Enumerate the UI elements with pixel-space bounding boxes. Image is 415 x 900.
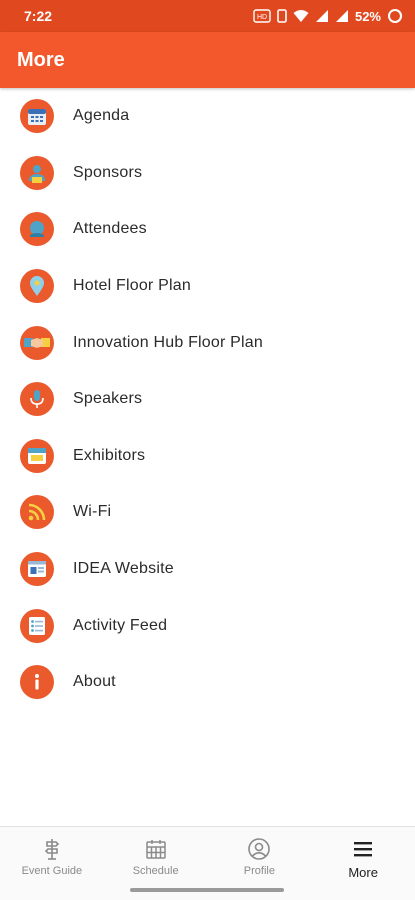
wifi-status-icon bbox=[293, 10, 309, 22]
nav-label: Schedule bbox=[132, 865, 179, 877]
menu-list: Agenda Sponsors Attendees Hotel Floor Pl… bbox=[0, 88, 415, 711]
menu-item-agenda[interactable]: Agenda bbox=[0, 88, 415, 145]
hd-voice-icon: HD bbox=[253, 9, 271, 23]
handshake-icon bbox=[20, 325, 54, 360]
app-bar: More bbox=[0, 32, 415, 88]
battery-icon bbox=[388, 9, 402, 23]
menu-item-sponsors[interactable]: Sponsors bbox=[0, 145, 415, 202]
attendees-icon bbox=[20, 212, 54, 247]
page-title: More bbox=[17, 48, 65, 71]
menu-item-label: Attendees bbox=[73, 220, 147, 238]
status-time: 7:22 bbox=[24, 8, 53, 24]
battery-percent: 52% bbox=[354, 8, 381, 24]
menu-item-speakers[interactable]: Speakers bbox=[0, 371, 415, 428]
nav-label: More bbox=[348, 865, 378, 880]
menu-item-about[interactable]: About bbox=[0, 654, 415, 711]
svg-text:HD: HD bbox=[257, 14, 267, 21]
calendar-icon bbox=[145, 840, 166, 859]
home-indicator[interactable] bbox=[130, 888, 284, 892]
menu-item-label: Wi-Fi bbox=[73, 503, 112, 521]
sponsor-icon bbox=[20, 155, 54, 190]
phone-icon bbox=[277, 9, 287, 23]
menu-item-label: About bbox=[73, 673, 116, 691]
microphone-icon bbox=[20, 382, 54, 417]
website-icon bbox=[20, 552, 54, 587]
menu-item-label: Agenda bbox=[73, 107, 130, 125]
nav-label: Event Guide bbox=[21, 865, 83, 877]
hamburger-icon bbox=[354, 842, 373, 857]
status-icons: HD 52% bbox=[253, 8, 403, 24]
nav-label: Profile bbox=[243, 865, 275, 877]
menu-item-exhibitors[interactable]: Exhibitors bbox=[0, 428, 415, 485]
menu-item-hotel-floor-plan[interactable]: Hotel Floor Plan bbox=[0, 258, 415, 315]
signpost-icon bbox=[44, 839, 60, 860]
wifi-icon bbox=[20, 495, 54, 530]
menu-item-label: Speakers bbox=[73, 390, 143, 408]
nav-event-guide[interactable]: Event Guide bbox=[0, 827, 104, 900]
map-pin-icon bbox=[20, 269, 54, 304]
menu-item-idea-website[interactable]: IDEA Website bbox=[0, 541, 415, 598]
menu-item-label: Exhibitors bbox=[73, 446, 146, 464]
calendar-icon bbox=[20, 99, 54, 134]
nav-more[interactable]: More bbox=[311, 827, 415, 900]
signal-icon bbox=[315, 10, 328, 22]
menu-item-label: Sponsors bbox=[73, 163, 143, 181]
booth-icon bbox=[20, 438, 54, 473]
menu-item-attendees[interactable]: Attendees bbox=[0, 201, 415, 258]
menu-item-label: Hotel Floor Plan bbox=[73, 277, 191, 295]
info-icon bbox=[20, 665, 54, 700]
menu-item-label: Activity Feed bbox=[73, 616, 168, 634]
menu-item-label: IDEA Website bbox=[73, 560, 174, 578]
menu-item-wifi[interactable]: Wi-Fi bbox=[0, 484, 415, 541]
signal-icon-2 bbox=[335, 10, 348, 22]
status-bar: 7:22 HD 52% bbox=[0, 0, 415, 32]
menu-item-label: Innovation Hub Floor Plan bbox=[73, 333, 263, 351]
menu-item-innovation-hub[interactable]: Innovation Hub Floor Plan bbox=[0, 314, 415, 371]
menu-item-activity-feed[interactable]: Activity Feed bbox=[0, 597, 415, 654]
feed-icon bbox=[20, 608, 54, 643]
profile-icon bbox=[248, 838, 271, 860]
